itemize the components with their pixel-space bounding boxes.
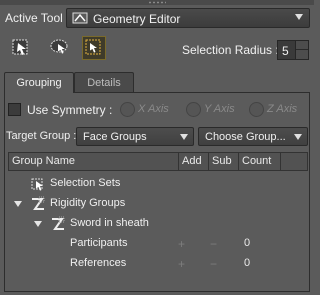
- target-group-row: Target Group : Face Groups Choose Group.…: [4, 126, 310, 146]
- choose-group-dropdown[interactable]: Choose Group...: [198, 127, 308, 146]
- tree-row-references[interactable]: References + − 0: [8, 254, 308, 274]
- tree-row-label: Participants: [70, 237, 128, 249]
- sub-participants-button[interactable]: −: [210, 237, 217, 251]
- marquee-select-tool-button[interactable]: [10, 36, 34, 60]
- lasso-select-icon: [50, 39, 68, 54]
- tree-row-label: Sword in sheath: [70, 217, 149, 229]
- tree-row-label: References: [70, 257, 127, 269]
- tree-row-label: Selection Sets: [50, 177, 121, 189]
- add-participants-button[interactable]: +: [178, 237, 185, 251]
- rigidity-groups-icon: [32, 196, 45, 210]
- active-tool-label: Active Tool :: [5, 11, 70, 25]
- column-header-count[interactable]: Count: [239, 153, 281, 170]
- chevron-down-icon: [180, 134, 188, 140]
- use-symmetry-checkbox[interactable]: [8, 103, 21, 116]
- expand-arrow-icon[interactable]: [14, 201, 22, 207]
- tree-row-selection-sets[interactable]: Selection Sets: [8, 174, 308, 194]
- z-axis-radio[interactable]: [249, 102, 264, 117]
- participants-count: 0: [244, 237, 251, 249]
- chevron-down-icon: [294, 134, 302, 140]
- x-axis-label: X Axis: [138, 103, 169, 115]
- column-header-group-name[interactable]: Group Name: [9, 153, 179, 170]
- choose-group-value: Choose Group...: [205, 131, 286, 143]
- selection-radius-spinner[interactable]: 5: [277, 40, 309, 60]
- target-group-value: Face Groups: [83, 131, 147, 143]
- x-axis-radio[interactable]: [120, 102, 135, 117]
- selection-sets-icon: [31, 178, 43, 191]
- tree-row-rigidity-groups[interactable]: Rigidity Groups: [8, 194, 308, 214]
- symmetry-row: Use Symmetry : X Axis Y Axis Z Axis: [8, 101, 308, 119]
- table-header: Group Name Add Sub Count: [8, 152, 308, 171]
- column-header-sub[interactable]: Sub: [209, 153, 239, 170]
- tree-row-label: Rigidity Groups: [50, 197, 126, 209]
- column-header-add[interactable]: Add: [179, 153, 209, 170]
- marquee-select-icon: [12, 39, 28, 55]
- active-tool-dropdown[interactable]: Geometry Editor: [66, 8, 310, 28]
- groups-table: Group Name Add Sub Count Selection Sets …: [8, 152, 308, 290]
- tree-row-participants[interactable]: Participants + − 0: [8, 234, 308, 254]
- references-count: 0: [244, 257, 251, 269]
- y-axis-radio[interactable]: [186, 102, 201, 117]
- lasso-select-tool-button[interactable]: [48, 36, 72, 60]
- target-group-label: Target Group :: [6, 130, 77, 142]
- use-symmetry-label: Use Symmetry :: [27, 103, 113, 117]
- z-axis-label: Z Axis: [267, 103, 298, 115]
- panel-tabs: Grouping Details: [4, 72, 310, 93]
- selection-radius-value: 5: [282, 44, 289, 58]
- target-group-dropdown[interactable]: Face Groups: [76, 127, 194, 146]
- tree-row-sword-in-sheath[interactable]: Sword in sheath: [8, 214, 308, 234]
- tab-details[interactable]: Details: [74, 72, 134, 93]
- selection-radius-label: Selection Radius :: [182, 43, 279, 57]
- geometry-editor-icon: [72, 12, 88, 24]
- expand-arrow-icon[interactable]: [34, 221, 42, 227]
- spinner-buttons[interactable]: [295, 41, 308, 59]
- sub-references-button[interactable]: −: [210, 257, 217, 271]
- brush-select-icon: [85, 39, 101, 55]
- chevron-down-icon: [295, 14, 303, 20]
- grip-handle[interactable]: [148, 1, 166, 4]
- y-axis-label: Y Axis: [204, 103, 235, 115]
- tab-grouping[interactable]: Grouping: [4, 72, 74, 93]
- add-references-button[interactable]: +: [178, 257, 185, 271]
- rigidity-group-item-icon: [52, 216, 65, 230]
- brush-select-tool-button[interactable]: [82, 36, 106, 60]
- active-tool-value: Geometry Editor: [93, 12, 181, 26]
- active-tool-row: Active Tool : Geometry Editor: [0, 5, 314, 31]
